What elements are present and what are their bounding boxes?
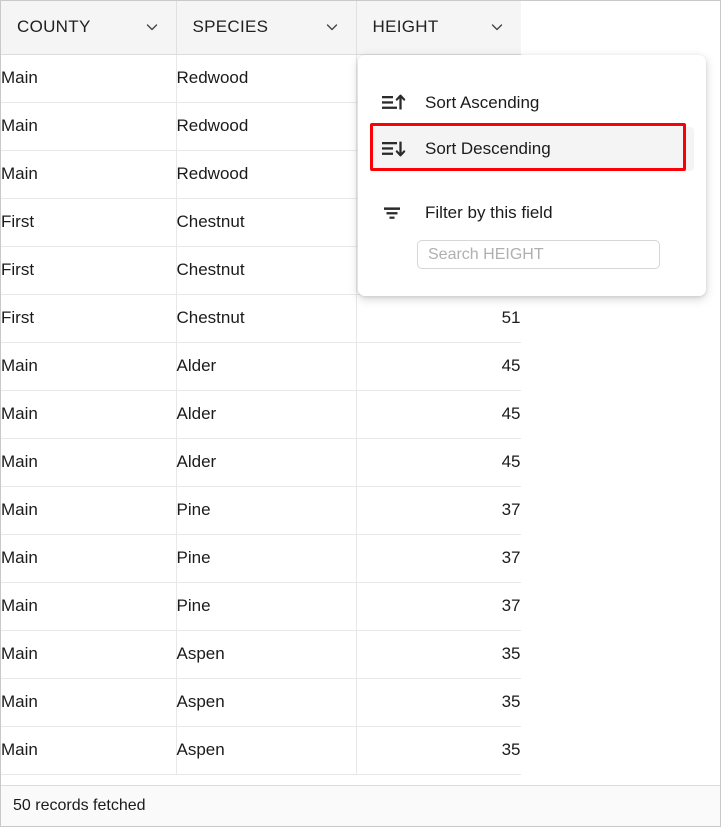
cell-county: Main xyxy=(1,54,177,103)
cell-species: Chestnut xyxy=(176,294,357,343)
table-row[interactable]: Main Pine 37 xyxy=(1,486,522,535)
status-bar: 50 records fetched xyxy=(1,785,720,826)
cell-species: Aspen xyxy=(176,726,357,775)
column-header-county[interactable]: COUNTY xyxy=(1,1,177,55)
search-field-wrapper xyxy=(417,240,660,269)
cell-county: Main xyxy=(1,630,177,679)
cell-species: Alder xyxy=(176,390,357,439)
cell-county: Main xyxy=(1,438,177,487)
table-row[interactable]: Main Aspen 35 xyxy=(1,678,522,727)
cell-height: 45 xyxy=(356,390,522,439)
cell-county: Main xyxy=(1,342,177,391)
column-header-height[interactable]: HEIGHT xyxy=(356,1,522,55)
search-height-input[interactable] xyxy=(417,240,660,269)
column-header-species[interactable]: SPECIES xyxy=(176,1,357,55)
table-row[interactable]: Main Alder 45 xyxy=(1,390,522,439)
table-row[interactable]: Main Pine 37 xyxy=(1,582,522,631)
cell-species: Chestnut xyxy=(176,246,357,295)
table-row[interactable]: Main Alder 45 xyxy=(1,342,522,391)
column-header-species-label: SPECIES xyxy=(192,17,269,37)
cell-species: Redwood xyxy=(176,54,357,103)
menu-item-filter-by-field-label: Filter by this field xyxy=(425,203,553,222)
cell-species: Chestnut xyxy=(176,198,357,247)
cell-county: Main xyxy=(1,150,177,199)
cell-height: 35 xyxy=(356,678,522,727)
cell-species: Pine xyxy=(176,582,357,631)
cell-height: 45 xyxy=(356,438,522,487)
cell-species: Alder xyxy=(176,438,357,487)
cell-county: Main xyxy=(1,726,177,775)
cell-height: 35 xyxy=(356,726,522,775)
cell-species: Aspen xyxy=(176,678,357,727)
cell-height: 35 xyxy=(356,630,522,679)
filter-icon xyxy=(381,201,407,225)
cell-county: Main xyxy=(1,102,177,151)
cell-species: Alder xyxy=(176,342,357,391)
cell-county: Main xyxy=(1,486,177,535)
cell-species: Pine xyxy=(176,534,357,583)
table-row[interactable]: Main Alder 45 xyxy=(1,438,522,487)
chevron-down-icon[interactable] xyxy=(324,19,340,35)
cell-height: 45 xyxy=(356,342,522,391)
cell-county: First xyxy=(1,294,177,343)
cell-county: Main xyxy=(1,534,177,583)
records-fetched-label: 50 records fetched xyxy=(13,797,146,814)
cell-species: Redwood xyxy=(176,150,357,199)
table-row[interactable]: Main Aspen 35 xyxy=(1,630,522,679)
cell-height: 37 xyxy=(356,582,522,631)
menu-item-filter-by-field[interactable]: Filter by this field xyxy=(370,191,694,235)
menu-item-sort-ascending[interactable]: Sort Ascending xyxy=(370,81,694,125)
column-header-height-label: HEIGHT xyxy=(372,17,439,37)
menu-item-sort-descending[interactable]: Sort Descending xyxy=(370,127,694,171)
menu-item-sort-descending-label: Sort Descending xyxy=(425,139,551,158)
chevron-down-icon[interactable] xyxy=(489,19,505,35)
data-grid-app: COUNTY SPECIES HEIGHT Main Redwood Main … xyxy=(0,0,721,827)
column-header-menu: Sort Ascending Sort Descending Filter by… xyxy=(358,55,706,296)
menu-item-sort-ascending-label: Sort Ascending xyxy=(425,93,540,112)
table-header: COUNTY SPECIES HEIGHT xyxy=(1,1,522,55)
table-row[interactable]: Main Pine 37 xyxy=(1,534,522,583)
column-header-county-label: COUNTY xyxy=(17,17,91,37)
cell-height: 37 xyxy=(356,486,522,535)
cell-county: Main xyxy=(1,582,177,631)
cell-species: Pine xyxy=(176,486,357,535)
cell-height: 51 xyxy=(356,294,522,343)
table-row[interactable]: First Chestnut 51 xyxy=(1,294,522,343)
cell-species: Aspen xyxy=(176,630,357,679)
table-row[interactable]: Main Aspen 35 xyxy=(1,726,522,775)
table-header-row: COUNTY SPECIES HEIGHT xyxy=(1,1,522,55)
cell-county: First xyxy=(1,246,177,295)
sort-descending-icon xyxy=(381,137,407,161)
chevron-down-icon[interactable] xyxy=(144,19,160,35)
sort-ascending-icon xyxy=(381,91,407,115)
cell-species: Redwood xyxy=(176,102,357,151)
cell-county: Main xyxy=(1,678,177,727)
cell-county: First xyxy=(1,198,177,247)
cell-height: 37 xyxy=(356,534,522,583)
cell-county: Main xyxy=(1,390,177,439)
